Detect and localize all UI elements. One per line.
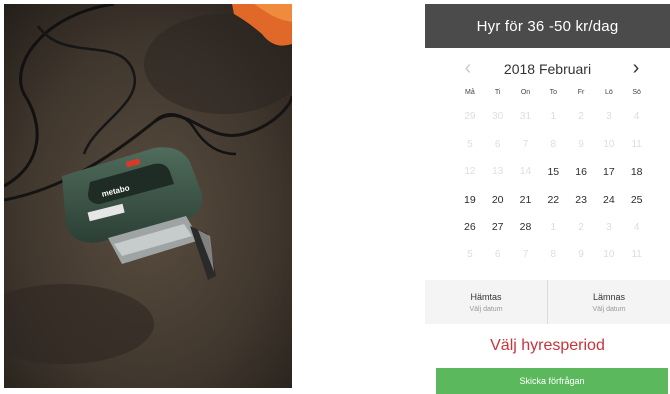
calendar-day[interactable]: 26 — [456, 213, 484, 241]
calendar-day: 7 — [522, 249, 529, 261]
calendar-day[interactable]: 24 — [595, 186, 623, 214]
calendar-day: 3 — [606, 221, 612, 233]
calendar-day[interactable]: 23 — [567, 186, 595, 214]
calendar-day[interactable]: 28 — [512, 213, 540, 241]
calendar-day: 30 — [492, 111, 504, 123]
calendar-day: 11 — [631, 249, 642, 261]
return-value: Välj datum — [592, 305, 626, 313]
calendar-day[interactable]: 15 — [539, 158, 567, 186]
calendar-day[interactable]: 20 — [484, 186, 512, 214]
calendar-day[interactable]: 25 — [623, 186, 651, 214]
calendar-day: 4 — [633, 111, 640, 123]
pickup-date-selector[interactable]: Hämtas Välj datum — [425, 280, 547, 324]
weekday-label: To — [549, 88, 557, 96]
calendar-day: 31 — [519, 111, 532, 123]
calendar-day: 14 — [519, 166, 532, 178]
calendar-day: 9 — [578, 249, 584, 261]
calendar-day: 29 — [464, 111, 476, 123]
product-photo[interactable]: metabo — [4, 4, 292, 388]
calendar-day: 5 — [467, 249, 473, 261]
return-label: Lämnas — [592, 291, 626, 302]
weekday-label: On — [520, 88, 531, 96]
calendar-day: 1 — [550, 111, 557, 123]
calendar-day: 12 — [464, 166, 476, 178]
weekday-label: Må — [465, 88, 475, 96]
calendar-day[interactable]: 27 — [484, 213, 512, 241]
calendar-day: 11 — [631, 138, 642, 150]
calendar-day: 2 — [578, 221, 584, 233]
calendar-days: 29 30 31 1 2 3 4 5 6 7 8 9 10 11 12 13 14 15 16 17 18 19 20 21 2… — [456, 103, 670, 269]
weekday-label: Ti — [494, 88, 501, 96]
calendar-day[interactable]: 19 — [456, 186, 484, 214]
month-title: 2018 Februari — [503, 61, 592, 77]
calendar-day: 1 — [550, 221, 557, 233]
date-range: Hämtas Välj datum Lämnas Välj datum — [425, 280, 670, 324]
pickup-value: Välj datum — [469, 305, 503, 313]
weekday-label: Sö — [632, 88, 641, 96]
calendar-day: 6 — [494, 249, 501, 261]
weekday-label: Lö — [604, 88, 613, 96]
price-header: Hyr för 36 -50 kr/dag — [425, 4, 670, 48]
month-navigation: ‹ 2018 Februari › — [425, 54, 670, 84]
calendar-day[interactable]: 17 — [595, 158, 623, 186]
booking-panel: Hyr för 36 -50 kr/dag ‹ 2018 Februari › … — [425, 4, 670, 394]
pickup-label: Hämtas — [470, 291, 502, 302]
return-date-selector[interactable]: Lämnas Välj datum — [547, 280, 670, 324]
calendar-day: 8 — [550, 249, 557, 261]
calendar-day: 5 — [467, 138, 473, 150]
weekday-label: Fr — [577, 88, 585, 96]
calendar-day: 9 — [578, 138, 584, 150]
calendar-day[interactable]: 18 — [623, 158, 651, 186]
chevron-right-icon[interactable]: › — [626, 58, 646, 78]
calendar-day[interactable]: 22 — [539, 186, 567, 214]
calendar-day: 8 — [550, 138, 557, 150]
calendar-day: 4 — [633, 221, 640, 233]
calendar-day: 3 — [606, 111, 612, 123]
send-request-button[interactable]: Skicka förfrågan — [436, 368, 668, 394]
calendar-day: 6 — [494, 138, 501, 150]
calendar-day[interactable]: 16 — [567, 158, 595, 186]
calendar-day: 10 — [603, 249, 615, 261]
calendar-day[interactable]: 21 — [512, 186, 540, 214]
select-period-message: Välj hyresperiod — [490, 337, 605, 354]
calendar-day: 13 — [492, 166, 504, 178]
calendar-day: 10 — [603, 138, 615, 150]
weekday-header: Må Ti On To Fr Lö Sö — [456, 84, 670, 100]
jigsaw-photo: metabo — [4, 4, 292, 388]
calendar-day: 2 — [578, 111, 584, 123]
chevron-left-icon[interactable]: ‹ — [458, 58, 478, 78]
calendar-day: 7 — [522, 138, 529, 150]
